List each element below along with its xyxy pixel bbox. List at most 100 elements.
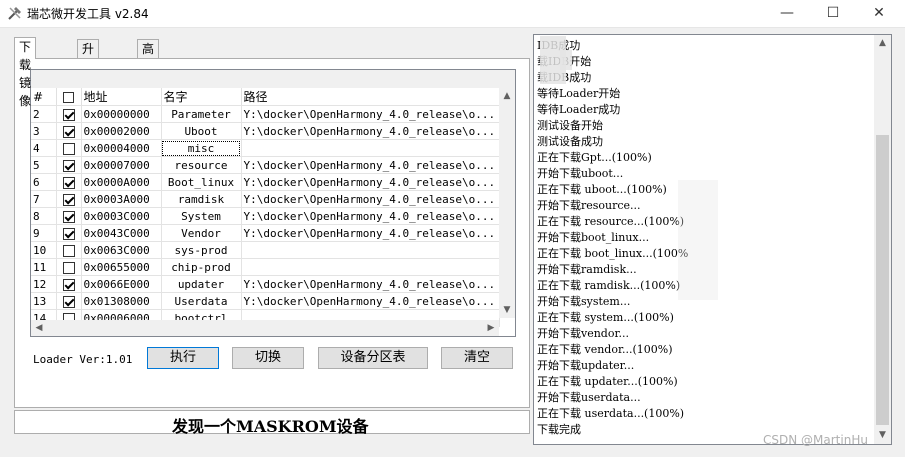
log-scrollbar[interactable]: ▲ ▼ — [874, 34, 892, 445]
log-scroll-thumb[interactable] — [876, 135, 889, 425]
table-horizontal-scrollbar[interactable]: ◀ ▶ — [31, 320, 499, 336]
row-checkbox-cell[interactable] — [56, 224, 82, 242]
table-row[interactable]: 3 0x00002000 Uboot Y:\docker\OpenHarmony_4.… — [31, 122, 500, 140]
row-checkbox[interactable] — [62, 210, 75, 223]
log-scroll-down-icon[interactable]: ▼ — [874, 427, 891, 443]
table-row[interactable]: 2 0x00000000 Parameter Y:\docker\OpenHarmon… — [31, 105, 500, 123]
row-name[interactable]: Vendor — [161, 224, 242, 242]
row-path[interactable] — [241, 139, 500, 157]
row-path[interactable]: Y:\docker\OpenHarmony_4.0_release\o... — [241, 173, 500, 191]
row-path[interactable]: Y:\docker\OpenHarmony_4.0_release\o... — [241, 275, 500, 293]
row-path[interactable]: Y:\docker\OpenHarmony_4.0_release\o... — [241, 224, 500, 242]
row-checkbox-cell[interactable] — [56, 258, 82, 276]
row-name[interactable]: System — [161, 207, 242, 225]
row-number: 7 — [31, 190, 57, 208]
row-path[interactable]: Y:\docker\OpenHarmony_4.0_release\o... — [241, 105, 500, 123]
row-address[interactable]: 0x01308000 — [81, 292, 162, 310]
row-checkbox-cell[interactable] — [56, 173, 82, 191]
row-address[interactable]: 0x0063C000 — [81, 241, 162, 259]
switch-button[interactable]: 切换 — [232, 347, 304, 369]
row-checkbox[interactable] — [62, 261, 75, 274]
row-checkbox[interactable] — [62, 278, 75, 291]
table-row[interactable]: 7 0x0003A000 ramdisk Y:\docker\OpenHarmony_… — [31, 190, 500, 208]
row-checkbox-cell[interactable] — [56, 122, 82, 140]
row-checkbox[interactable] — [62, 295, 75, 308]
row-path[interactable] — [241, 241, 500, 259]
row-checkbox-cell[interactable] — [56, 190, 82, 208]
scroll-down-icon[interactable]: ▼ — [499, 302, 515, 318]
header-path[interactable]: 路径 — [241, 88, 500, 106]
row-address[interactable]: 0x0066E000 — [81, 275, 162, 293]
clear-button[interactable]: 清空 — [441, 347, 513, 369]
row-name[interactable]: updater — [161, 275, 242, 293]
row-name[interactable]: Uboot — [161, 122, 242, 140]
row-checkbox[interactable] — [62, 176, 75, 189]
row-name[interactable]: Boot_linux — [161, 173, 242, 191]
table-row[interactable]: 10 0x0063C000 sys-prod — [31, 241, 500, 259]
table-row[interactable]: 13 0x01308000 Userdata Y:\docker\OpenHarmon… — [31, 292, 500, 310]
tab-advanced[interactable]: 高级功能 — [137, 39, 160, 110]
row-checkbox-cell[interactable] — [56, 105, 82, 123]
tab-download-image[interactable]: 下载镜像 — [14, 37, 37, 108]
row-name[interactable]: Parameter — [161, 105, 242, 123]
table-row[interactable]: 5 0x00007000 resource Y:\docker\OpenHarmony… — [31, 156, 500, 174]
log-line: 下载完成 — [537, 423, 581, 436]
row-name[interactable]: ramdisk — [161, 190, 242, 208]
row-checkbox-cell[interactable] — [56, 156, 82, 174]
row-path[interactable]: Y:\docker\OpenHarmony_4.0_release\o... — [241, 156, 500, 174]
row-path[interactable]: Y:\docker\OpenHarmony_4.0_release\o... — [241, 292, 500, 310]
row-path[interactable] — [241, 258, 500, 276]
row-name[interactable]: Userdata — [161, 292, 242, 310]
table-row[interactable]: 12 0x0066E000 updater Y:\docker\OpenHarmony… — [31, 275, 500, 293]
minimize-button[interactable]: — — [764, 0, 810, 27]
table-row[interactable]: 11 0x00655000 chip-prod — [31, 258, 500, 276]
row-checkbox[interactable] — [62, 244, 75, 257]
row-address[interactable]: 0x00000000 — [81, 105, 162, 123]
row-checkbox-cell[interactable] — [56, 207, 82, 225]
row-checkbox[interactable] — [62, 193, 75, 206]
row-name[interactable]: resource — [161, 156, 242, 174]
execute-button[interactable]: 执行 — [147, 347, 219, 369]
scroll-left-icon[interactable]: ◀ — [31, 320, 47, 336]
row-path[interactable]: Y:\docker\OpenHarmony_4.0_release\o... — [241, 207, 500, 225]
row-path[interactable]: Y:\docker\OpenHarmony_4.0_release\o... — [241, 122, 500, 140]
row-address[interactable]: 0x00655000 — [81, 258, 162, 276]
row-checkbox[interactable] — [62, 227, 75, 240]
row-address[interactable]: 0x0003A000 — [81, 190, 162, 208]
partition-table-button[interactable]: 设备分区表 — [318, 347, 428, 369]
row-path[interactable]: Y:\docker\OpenHarmony_4.0_release\o... — [241, 190, 500, 208]
maximize-button[interactable]: ☐ — [810, 0, 856, 27]
row-checkbox-cell[interactable] — [56, 275, 82, 293]
row-address[interactable]: 0x00007000 — [81, 156, 162, 174]
table-row[interactable]: 9 0x0043C000 Vendor Y:\docker\OpenHarmony_4… — [31, 224, 500, 242]
row-address[interactable]: 0x00004000 — [81, 139, 162, 157]
tab-upgrade-firmware[interactable]: 升级固件 — [77, 39, 100, 110]
row-checkbox[interactable] — [62, 142, 75, 155]
row-name[interactable]: chip-prod — [161, 258, 242, 276]
row-checkbox-cell[interactable] — [56, 292, 82, 310]
log-scroll-up-icon[interactable]: ▲ — [874, 35, 891, 51]
header-addr[interactable]: 地址 — [81, 88, 162, 106]
scroll-right-icon[interactable]: ▶ — [483, 320, 499, 336]
table-row[interactable]: 4 0x00004000 misc — [31, 139, 500, 157]
row-checkbox-cell[interactable] — [56, 241, 82, 259]
header-select-all[interactable] — [56, 88, 82, 106]
table-row[interactable]: 8 0x0003C000 System Y:\docker\OpenHarmony_4… — [31, 207, 500, 225]
table-row[interactable]: 6 0x0000A000 Boot_linux Y:\docker\OpenHarmo… — [31, 173, 500, 191]
row-name[interactable]: misc — [161, 139, 242, 157]
row-address[interactable]: 0x0043C000 — [81, 224, 162, 242]
row-address[interactable]: 0x0000A000 — [81, 173, 162, 191]
row-checkbox[interactable] — [62, 159, 75, 172]
header-name[interactable]: 名字 — [161, 88, 242, 106]
select-all-checkbox[interactable] — [63, 91, 74, 103]
row-address[interactable]: 0x0003C000 — [81, 207, 162, 225]
row-checkbox-cell[interactable] — [56, 139, 82, 157]
scroll-up-icon[interactable]: ▲ — [499, 88, 515, 104]
row-checkbox[interactable] — [62, 125, 75, 138]
row-checkbox[interactable] — [62, 108, 75, 121]
row-name[interactable]: sys-prod — [161, 241, 242, 259]
row-address[interactable]: 0x00002000 — [81, 122, 162, 140]
close-button[interactable]: ✕ — [856, 0, 902, 27]
table-vertical-scrollbar[interactable]: ▲ ▼ — [499, 88, 515, 318]
header-no: # — [31, 88, 57, 106]
